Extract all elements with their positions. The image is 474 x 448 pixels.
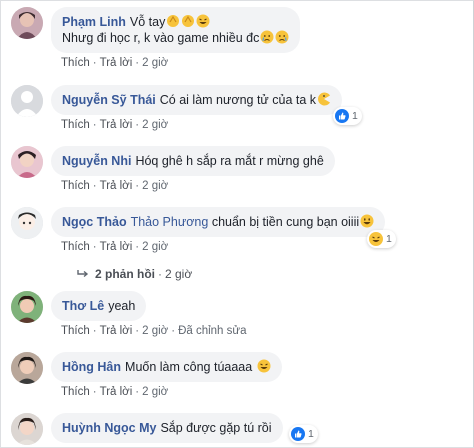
crying-emoji-icon	[260, 30, 274, 44]
timestamp[interactable]: 2 giờ	[142, 386, 168, 398]
reply-arrow-icon	[77, 270, 89, 278]
comment-bubble: Nguyễn Nhi Hóq ghê h sắp ra mắt r mừng gh…	[51, 146, 335, 176]
like-link[interactable]: Thích	[61, 57, 90, 69]
avatar[interactable]	[11, 291, 43, 323]
laughing-emoji-icon	[257, 359, 271, 373]
reaction-count: 1	[352, 110, 358, 122]
separator-dot: ·	[92, 386, 97, 398]
reaction-badge[interactable]: 1	[367, 230, 396, 248]
separator-dot: ·	[135, 386, 140, 398]
comment-text: Sắp được gặp tú rồi	[160, 421, 272, 435]
author-name[interactable]: Ngọc Thảo	[62, 215, 127, 229]
comment-text: Muốn làm công túaaaa	[125, 360, 253, 374]
avatar[interactable]	[11, 146, 43, 178]
comment-actions: Thích · Trả lời · 2 giờ · Đã chỉnh sửa	[61, 325, 247, 337]
reply-link[interactable]: Trả lời	[100, 180, 133, 192]
grinning-emoji-icon	[360, 214, 374, 228]
comment-actions: Thích · Trả lời · 2 giờ	[61, 241, 168, 253]
avatar[interactable]	[11, 7, 43, 39]
author-name[interactable]: Nguyễn Nhi	[62, 154, 131, 168]
like-reaction-icon	[335, 109, 349, 123]
like-link[interactable]: Thích	[61, 180, 90, 192]
separator-dot: ·	[135, 57, 140, 69]
author-name[interactable]: Huỳnh Ngọc My	[62, 421, 156, 435]
comment-bubble: Huỳnh Ngọc My Sắp được gặp tú rồi	[51, 413, 283, 443]
author-name[interactable]: Hồng Hân	[62, 360, 121, 374]
reaction-count: 1	[308, 428, 314, 440]
comment-text: Hóq ghê h sắp ra mắt r mừng ghê	[135, 154, 324, 168]
comment-bubble: Thơ Lê yeah	[51, 291, 147, 321]
reaction-count: 1	[386, 233, 392, 245]
clap-emoji-icon	[166, 14, 180, 28]
avatar[interactable]	[11, 207, 43, 239]
reply-link[interactable]: Trả lời	[100, 241, 133, 253]
laughing-emoji-icon	[196, 14, 210, 28]
comment-bubble: Hồng Hân Muốn làm công túaaaa	[51, 352, 282, 382]
comment-actions: Thích · Trả lời · 2 giờ	[61, 386, 168, 398]
comment-text-line2: Nhưg đi học r, k vào game nhiều đc	[62, 31, 260, 45]
timestamp[interactable]: 2 giờ	[142, 180, 168, 192]
comment-bubble: Phạm Linh Vỗ tay Nhưg đi học r, k vào gam…	[51, 7, 301, 53]
comment-text: yeah	[108, 299, 136, 313]
comment-actions: Thích · Trả lời · 2 giờ	[61, 180, 168, 192]
like-link[interactable]: Thích	[61, 119, 90, 131]
separator-dot: ·	[158, 267, 162, 281]
comment-text: chuẩn bị tiền cung bạn oiiii	[211, 215, 360, 229]
like-link[interactable]: Thích	[61, 386, 90, 398]
haha-reaction-icon	[369, 232, 383, 246]
like-link[interactable]: Thích	[61, 325, 90, 337]
comments-panel: Phạm Linh Vỗ tay Nhưg đi học r, k vào gam…	[0, 0, 474, 448]
reply-link[interactable]: Trả lời	[100, 325, 133, 337]
avatar[interactable]	[11, 413, 43, 445]
replies-time: 2 giờ	[165, 267, 193, 281]
avatar[interactable]	[11, 352, 43, 384]
separator-dot: ·	[92, 57, 97, 69]
comment-actions: Thích · Trả lời · 2 giờ	[61, 119, 168, 131]
clap-emoji-icon	[181, 14, 195, 28]
comment-text: Có ai làm nương tử của ta k	[159, 93, 317, 107]
separator-dot: ·	[135, 119, 140, 131]
pacman-emoji-icon	[317, 92, 331, 106]
separator-dot: ·	[171, 325, 176, 337]
author-name[interactable]: Thơ Lê	[62, 299, 104, 313]
like-link[interactable]: Thích	[61, 241, 90, 253]
separator-dot: ·	[92, 241, 97, 253]
comment-bubble: Nguyễn Sỹ Thái Có ai làm nương tử của ta …	[51, 85, 343, 115]
separator-dot: ·	[135, 180, 140, 192]
tagged-user[interactable]: Thảo Phương	[131, 215, 209, 229]
separator-dot: ·	[135, 241, 140, 253]
crying-emoji-icon	[275, 30, 289, 44]
reply-link[interactable]: Trả lời	[100, 119, 133, 131]
author-name[interactable]: Phạm Linh	[62, 15, 126, 29]
timestamp[interactable]: 2 giờ	[142, 57, 168, 69]
timestamp[interactable]: 2 giờ	[142, 325, 168, 337]
reaction-badge[interactable]: 1	[289, 425, 318, 443]
edited-label[interactable]: Đã chỉnh sửa	[178, 325, 246, 337]
comment-text: Vỗ tay	[129, 15, 166, 29]
reaction-badge[interactable]: 1	[333, 107, 362, 125]
comment-actions: Thích · Trả lời · 2 giờ	[61, 57, 168, 69]
like-reaction-icon	[291, 427, 305, 441]
comment-bubble: Ngọc Thảo Thảo Phương chuẩn bị tiền cung …	[51, 207, 386, 237]
timestamp[interactable]: 2 giờ	[142, 119, 168, 131]
view-replies[interactable]: 2 phản hồi · 2 giờ	[77, 267, 192, 281]
separator-dot: ·	[135, 325, 140, 337]
separator-dot: ·	[92, 325, 97, 337]
separator-dot: ·	[92, 180, 97, 192]
avatar[interactable]	[11, 85, 43, 117]
reply-link[interactable]: Trả lời	[100, 386, 133, 398]
reply-link[interactable]: Trả lời	[100, 57, 133, 69]
separator-dot: ·	[92, 119, 97, 131]
timestamp[interactable]: 2 giờ	[142, 241, 168, 253]
replies-count-link[interactable]: 2 phản hồi	[95, 267, 155, 281]
author-name[interactable]: Nguyễn Sỹ Thái	[62, 93, 156, 107]
